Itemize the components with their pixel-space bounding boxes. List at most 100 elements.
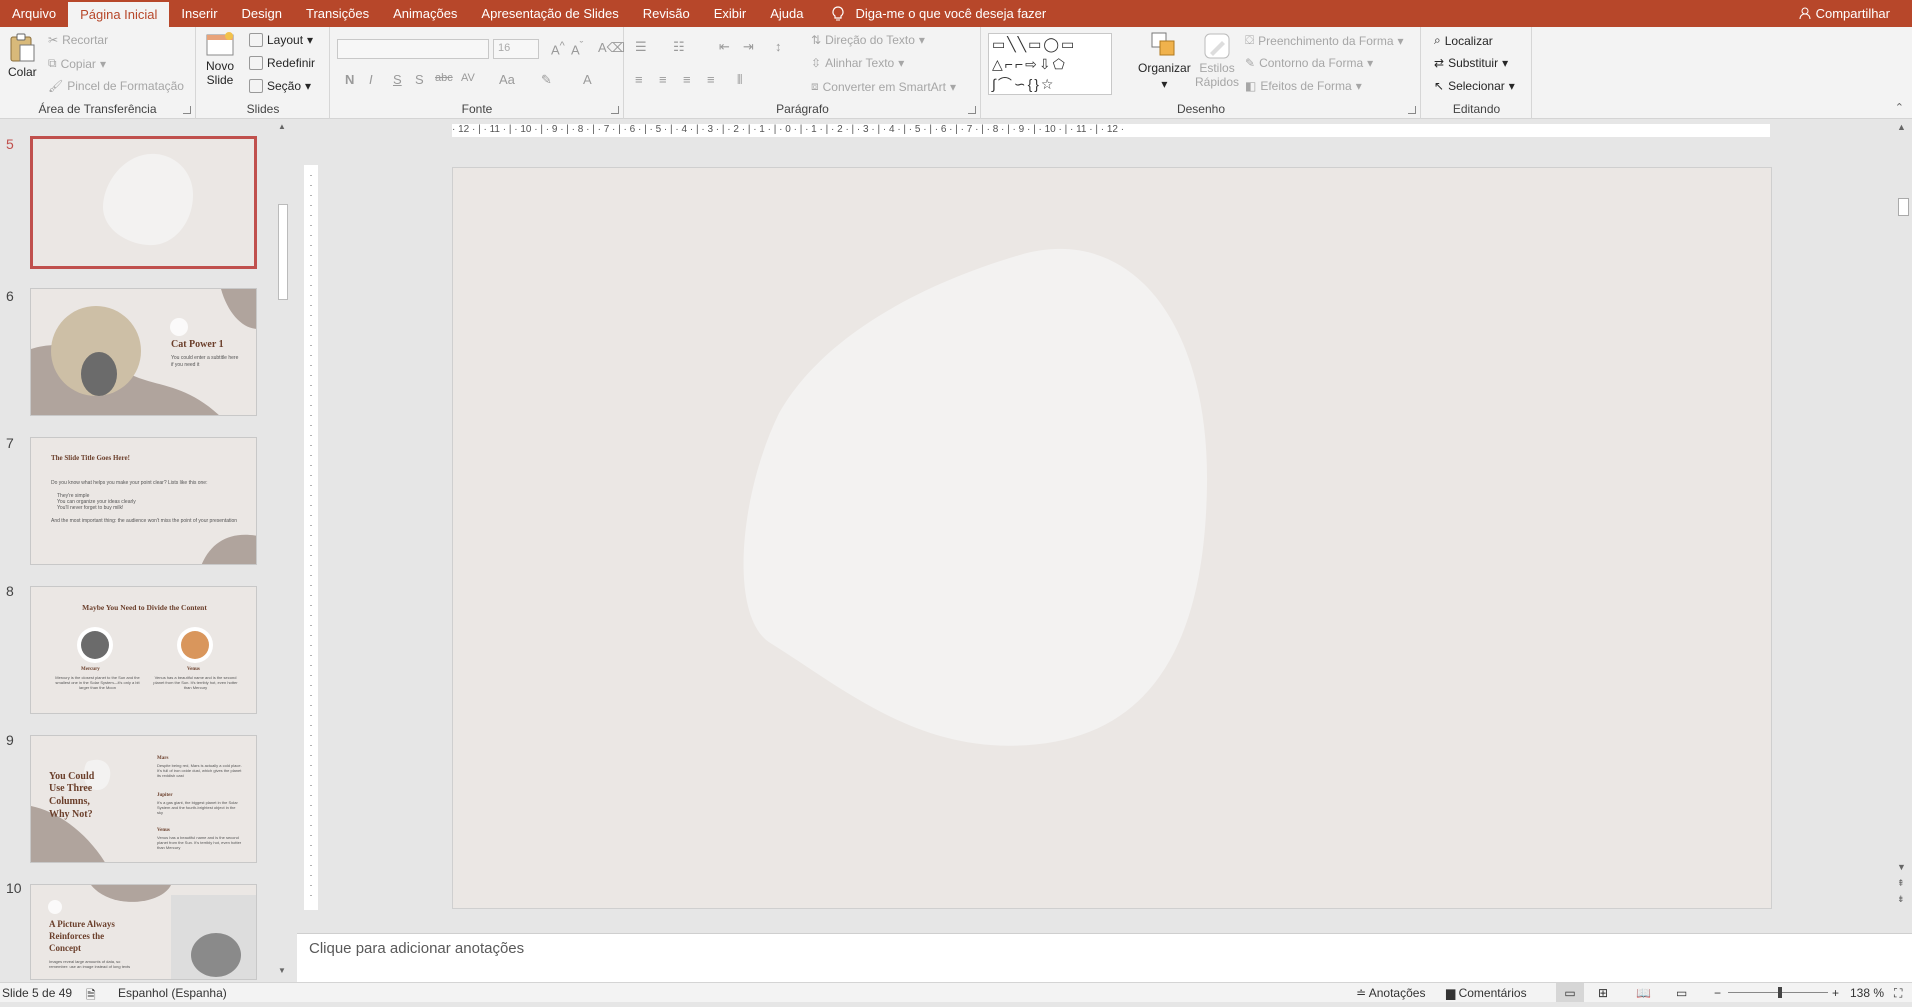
shape-outline-button[interactable]: ✎ Contorno da Forma ▾ [1245,56,1373,70]
align-left-icon[interactable]: ≡ [635,72,643,87]
quick-styles-button[interactable]: Estilos Rápidos [1195,31,1239,89]
normal-view-icon[interactable]: ▭ [1556,983,1584,1002]
slide-thumbnail-10[interactable]: A Picture Always Reinforces the Concept … [30,884,257,980]
editor-scrollbar[interactable]: ▲ ▼ ⇞ ⇟ [1895,120,1912,910]
align-center-icon[interactable]: ≡ [659,72,667,87]
bullets-icon[interactable]: ☰ [635,39,647,55]
shadow-button[interactable]: S [415,72,424,87]
tab-review[interactable]: Revisão [631,0,702,27]
shapes-gallery[interactable]: ▭╲╲▭◯▭ △⌐⌐⇨⇩⬠ ∫⌒∽{}☆ [988,33,1112,95]
thumb-heading: Jupiter [157,793,173,798]
grow-font-icon[interactable]: A^ [551,40,565,57]
columns-icon[interactable]: ⫴ [737,72,742,88]
numbering-icon[interactable]: ☷ [673,39,685,55]
scroll-up-icon[interactable]: ▲ [278,122,286,131]
section-button[interactable]: Seção ▾ [249,79,311,93]
justify-icon[interactable]: ≡ [707,72,715,87]
smartart-button[interactable]: ⧈ Converter em SmartArt ▾ [811,79,956,94]
current-slide[interactable] [452,167,1772,909]
spellcheck-icon[interactable]: 🗎 [86,986,96,1007]
font-size-combo[interactable]: 16 [493,39,539,59]
clear-format-icon[interactable]: A⌫ [598,40,625,56]
slide-thumbnail-6[interactable]: Cat Power 1 You could enter a subtitle h… [30,288,257,416]
scrollbar-thumb[interactable] [1898,198,1909,216]
chevron-down-icon: ▾ [898,56,905,70]
cut-button[interactable]: ✂ Recortar [48,33,108,47]
font-color-button[interactable]: A [583,72,592,87]
font-name-combo[interactable] [337,39,489,59]
increase-indent-icon[interactable]: ⇥ [743,39,754,55]
arrange-button[interactable]: Organizar ▾ [1138,31,1191,91]
replace-button[interactable]: ⇄ Substituir ▾ [1434,56,1508,70]
strikethrough-button[interactable]: abc [435,72,453,84]
align-text-button[interactable]: ⇳ Alinhar Texto ▾ [811,56,904,70]
slideshow-icon[interactable]: ▭ [1676,986,1687,1000]
decrease-indent-icon[interactable]: ⇤ [719,39,730,55]
line-spacing-icon[interactable]: ↕ [775,39,782,54]
highlight-icon[interactable]: ✎ [541,72,552,88]
bold-button[interactable]: N [345,72,354,87]
dialog-launcher-icon[interactable] [611,106,619,114]
zoom-out-icon[interactable]: − [1714,986,1721,1000]
slide-thumbnail-9[interactable]: You Could Use Three Columns, Why Not? Ma… [30,735,257,863]
scrollbar-thumb[interactable] [278,204,288,300]
shrink-font-icon[interactable]: Aˇ [571,40,583,57]
align-right-icon[interactable]: ≡ [683,72,691,87]
select-button[interactable]: ↖ Selecionar ▾ [1434,79,1515,93]
dialog-launcher-icon[interactable] [1408,106,1416,114]
slide-thumbnail-7[interactable]: The Slide Title Goes Here! Do you know w… [30,437,257,565]
slide-thumbnail-5[interactable] [30,136,257,269]
shape-effects-button[interactable]: ◧ Efeitos de Forma ▾ [1245,79,1362,93]
find-button[interactable]: ⌕ Localizar [1434,33,1493,48]
dialog-launcher-icon[interactable] [968,106,976,114]
blob-shape[interactable] [453,168,1771,908]
dialog-launcher-icon[interactable] [183,106,191,114]
slide-thumbnail-8[interactable]: Maybe You Need to Divide the Content Mer… [30,586,257,714]
underline-button[interactable]: S [393,72,402,87]
change-case-button[interactable]: Aa [499,72,515,87]
tab-slideshow[interactable]: Apresentação de Slides [469,0,630,27]
reset-button[interactable]: Redefinir [249,56,315,70]
scroll-down-icon[interactable]: ▼ [278,966,286,975]
comments-button[interactable]: ▆ Comentários [1446,986,1527,1000]
notes-pane[interactable]: Clique para adicionar anotações [297,933,1912,983]
language-indicator[interactable]: Espanhol (Espanha) [118,986,227,1000]
tab-insert[interactable]: Inserir [169,0,229,27]
copy-button[interactable]: ⧉ Copiar ▾ [48,56,106,71]
thumb-title-3: Columns, [49,796,90,807]
zoom-slider-thumb[interactable] [1778,987,1782,998]
arrange-label: Organizar [1138,61,1191,75]
layout-button[interactable]: Layout ▾ [249,33,313,47]
notes-button[interactable]: ≐ Anotações [1356,986,1425,1000]
slide-sorter-icon[interactable]: ⊞ [1598,986,1608,1000]
italic-button[interactable]: I [369,72,373,87]
new-slide-button[interactable]: Novo Slide [205,31,235,87]
tab-transitions[interactable]: Transições [294,0,381,27]
tab-help[interactable]: Ajuda [758,0,815,27]
tab-view[interactable]: Exibir [702,0,759,27]
format-painter-button[interactable]: 🖌 Pincel de Formatação [48,79,184,93]
previous-slide-icon[interactable]: ⇞ [1897,878,1905,889]
tab-home[interactable]: Página Inicial [68,2,170,27]
zoom-level[interactable]: 138 % [1850,986,1884,1000]
text-direction-button[interactable]: ⇅ Direção do Texto ▾ [811,33,925,47]
tab-animations[interactable]: Animações [381,0,469,27]
reading-view-icon[interactable]: 📖 [1636,986,1651,1000]
char-spacing-button[interactable]: AV [461,72,475,84]
paste-button[interactable]: Colar [8,33,37,79]
lightbulb-icon [832,5,845,20]
copy-icon: ⧉ [48,56,57,70]
scroll-down-icon[interactable]: ▼ [1897,862,1906,872]
zoom-in-icon[interactable]: + [1832,986,1839,1000]
section-icon [249,79,263,93]
tab-file[interactable]: Arquivo [0,0,68,27]
thumbnail-scrollbar[interactable]: ▲ ▼ [276,120,290,982]
share-button[interactable]: Compartilhar [1799,0,1890,27]
collapse-ribbon-icon[interactable]: ⌃ [1895,101,1904,114]
tell-me-search[interactable]: Diga-me o que você deseja fazer [815,5,1046,22]
scroll-up-icon[interactable]: ▲ [1897,122,1906,132]
shape-fill-button[interactable]: ⛋ Preenchimento da Forma ▾ [1245,33,1404,48]
fit-slide-icon[interactable]: ⛶ [1894,986,1902,1001]
tab-design[interactable]: Design [230,0,294,27]
next-slide-icon[interactable]: ⇟ [1897,894,1905,905]
